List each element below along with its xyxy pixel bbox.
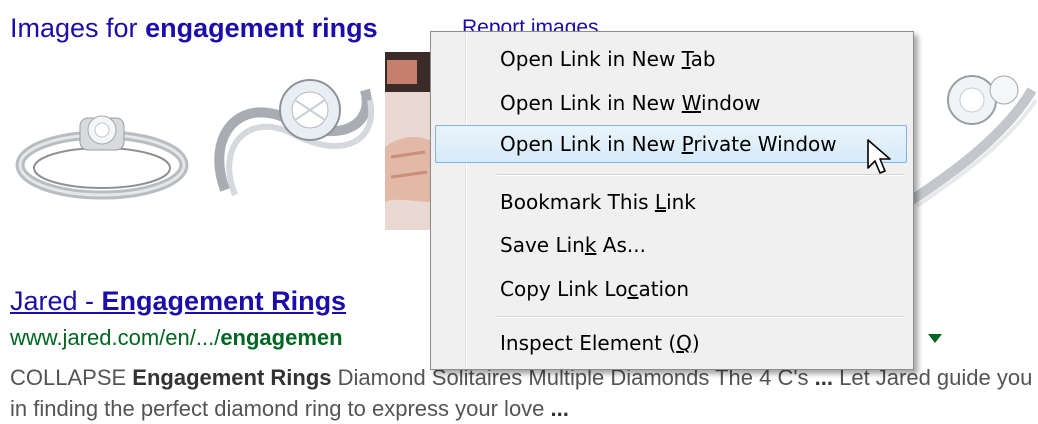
menu-label: Open Link in New: [500, 132, 682, 156]
ring-image-1: [15, 115, 189, 200]
ring-thumbnail-4[interactable]: [912, 60, 1038, 210]
images-heading-query: engagement rings: [145, 13, 378, 43]
menu-accesskey: c: [627, 277, 639, 301]
mouse-pointer-icon: [867, 139, 891, 174]
menu-item-copy-link-location[interactable]: Copy Link Location: [435, 270, 907, 308]
menu-accesskey: k: [584, 233, 597, 257]
result-title-prefix: Jared -: [10, 286, 102, 316]
snippet-bold-1: Engagement Rings: [132, 365, 332, 390]
menu-accesskey: T: [681, 47, 691, 71]
menu-label: ab: [690, 47, 716, 71]
menu-item-open-private-window[interactable]: Open Link in New Private Window: [435, 125, 907, 163]
images-heading-prefix: Images for: [10, 13, 146, 43]
menu-label: Save Lin: [500, 233, 585, 257]
menu-separator: [497, 316, 903, 318]
result-url-prefix: www.jared.com/en/.../: [10, 325, 221, 350]
ring-thumbnail-2[interactable]: [200, 65, 380, 215]
menu-accesskey: W: [681, 91, 702, 115]
menu-label: indow: [701, 91, 761, 115]
menu-label: ink: [666, 190, 696, 214]
menu-accesskey: Q: [676, 331, 692, 355]
images-heading-link[interactable]: Images for engagement rings: [10, 12, 378, 44]
menu-item-save-link-as[interactable]: Save Link As...: [435, 226, 907, 264]
menu-accesskey: P: [681, 132, 694, 156]
menu-item-inspect-element[interactable]: Inspect Element (Q): [435, 324, 907, 362]
menu-label: Open Link in New: [500, 47, 682, 71]
hand-photo-image: [385, 52, 433, 230]
menu-label: Copy Link Lo: [500, 277, 628, 301]
menu-label: As...: [596, 233, 646, 257]
menu-label: Bookmark This: [500, 190, 655, 214]
menu-label: rivate Window: [693, 132, 837, 156]
ring-thumbnail-1[interactable]: [10, 80, 190, 220]
menu-label: ation: [638, 277, 690, 301]
menu-item-open-new-tab[interactable]: Open Link in New Tab: [435, 40, 907, 78]
menu-item-open-new-window[interactable]: Open Link in New Window: [435, 84, 907, 122]
result-url-bold: engagemen: [220, 325, 343, 350]
menu-separator: [497, 174, 903, 176]
menu-label: Inspect Element (: [500, 331, 677, 355]
result-url: www.jared.com/en/.../engagemen: [10, 323, 343, 353]
ring-thumbnail-3-photo[interactable]: [385, 52, 433, 230]
snippet-text-1: COLLAPSE: [10, 365, 133, 390]
ring-image-4: [912, 75, 1038, 208]
result-title-link[interactable]: Jared - Engagement Rings: [10, 285, 346, 317]
menu-label: Open Link in New: [500, 91, 682, 115]
result-title-bold: Engagement Rings: [101, 286, 347, 316]
menu-accesskey: L: [654, 190, 667, 214]
menu-label: ): [691, 331, 700, 355]
snippet-bold-3: ...: [550, 396, 569, 421]
context-menu: Open Link in New Tab Open Link in New Wi…: [430, 31, 914, 370]
ring-image-2: [214, 79, 375, 197]
url-dropdown-arrow-icon[interactable]: [928, 334, 942, 343]
result-snippet: COLLAPSE Engagement Rings Diamond Solita…: [10, 362, 1035, 424]
menu-item-bookmark-link[interactable]: Bookmark This Link: [435, 183, 907, 221]
